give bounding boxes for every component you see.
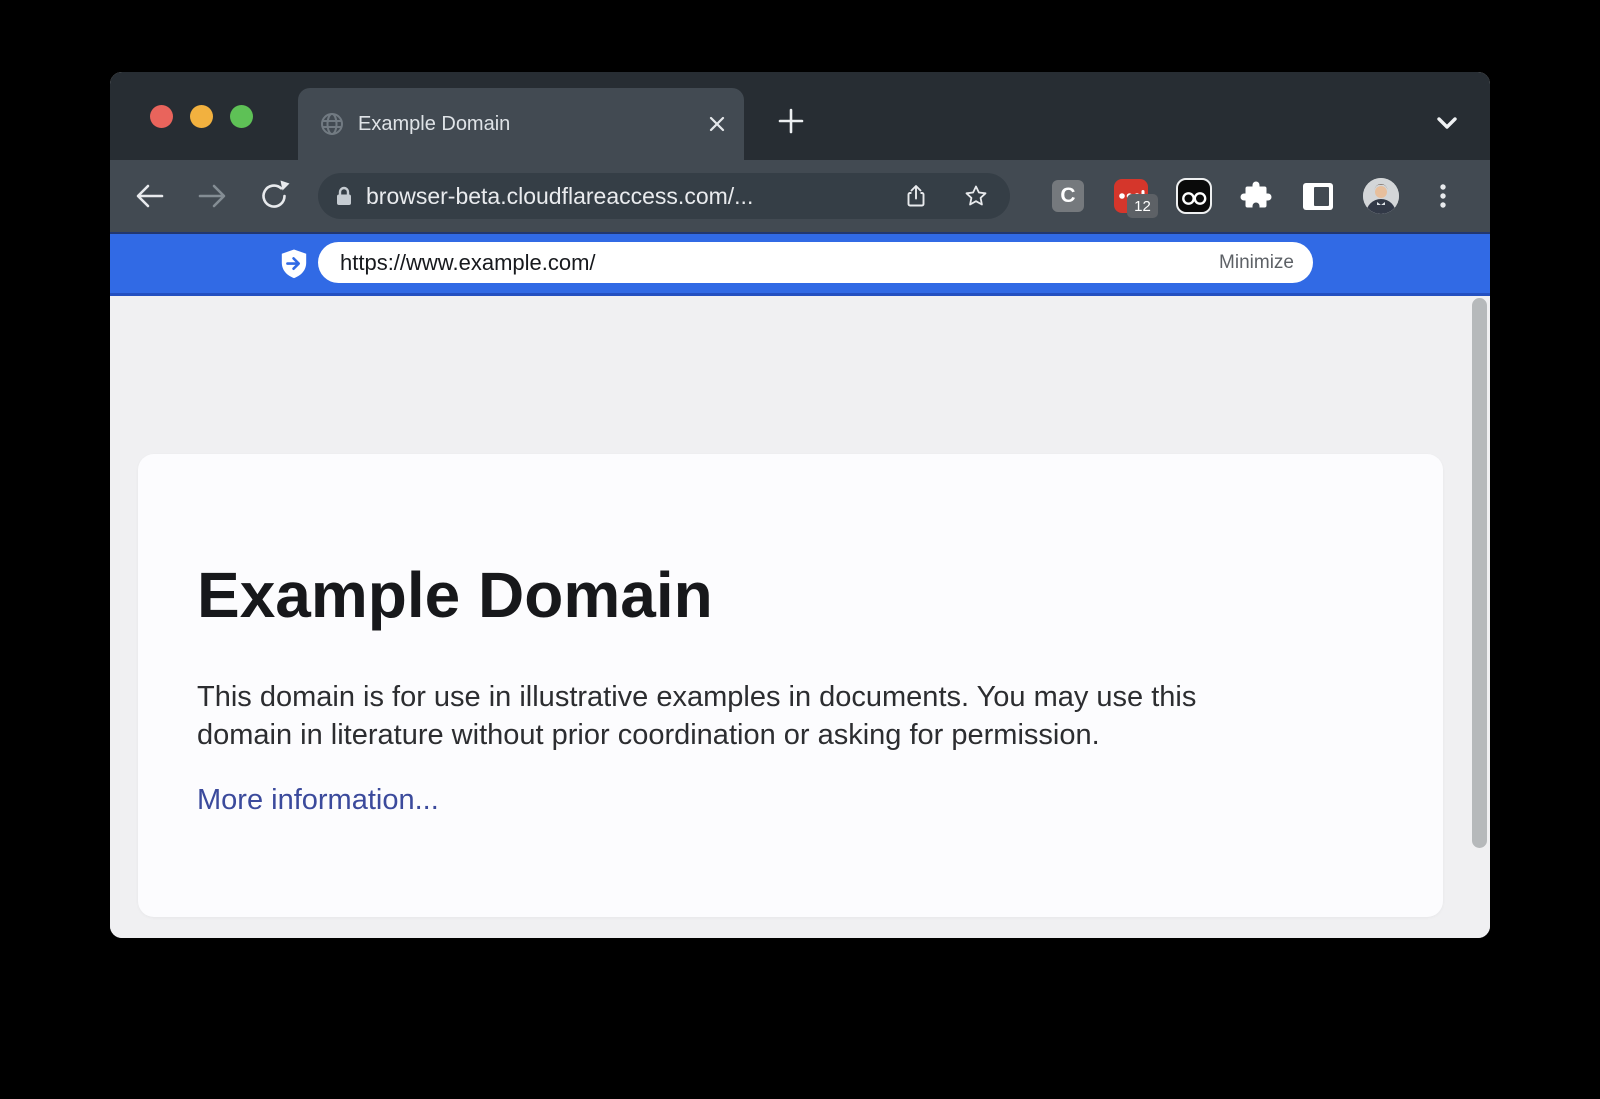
- side-panel-inner: [1314, 187, 1329, 206]
- tab-example-domain[interactable]: Example Domain: [298, 88, 744, 160]
- isolation-bar: https://www.example.com/ Minimize: [110, 232, 1490, 296]
- extension-c-label: C: [1060, 184, 1075, 208]
- minimize-bar-button[interactable]: Minimize: [1219, 252, 1294, 274]
- page-title: Example Domain: [197, 558, 713, 632]
- browser-toolbar: browser-beta.cloudflareaccess.com/... C: [110, 160, 1490, 232]
- page-viewport: Example Domain This domain is for use in…: [110, 296, 1490, 938]
- chevron-down-icon[interactable]: [1428, 104, 1466, 142]
- tab-close-icon[interactable]: [706, 113, 728, 135]
- browser-window: Example Domain: [110, 72, 1490, 938]
- extension-password-manager-icon[interactable]: 12: [1114, 179, 1148, 213]
- browser-menu-kebab-icon[interactable]: [1425, 178, 1461, 214]
- extension-badge-count: 12: [1127, 194, 1158, 218]
- extension-c-icon[interactable]: C: [1052, 180, 1084, 212]
- forward-button[interactable]: [194, 178, 230, 214]
- page-body-text: This domain is for use in illustrative e…: [197, 678, 1196, 754]
- close-window-button[interactable]: [150, 105, 173, 128]
- tab-strip: Example Domain: [110, 72, 1490, 160]
- body-line-1: This domain is for use in illustrative e…: [197, 678, 1196, 716]
- side-panel-outer: [1303, 183, 1333, 210]
- example-domain-card: Example Domain This domain is for use in…: [138, 454, 1443, 917]
- minimize-window-button[interactable]: [190, 105, 213, 128]
- omnibox-url[interactable]: browser-beta.cloudflareaccess.com/...: [366, 183, 904, 210]
- more-information-link[interactable]: More information...: [197, 784, 439, 817]
- new-tab-button[interactable]: [772, 102, 810, 140]
- extensions-puzzle-icon[interactable]: [1238, 178, 1274, 214]
- screenshot-stage: Example Domain: [0, 0, 1600, 1099]
- omnibox[interactable]: browser-beta.cloudflareaccess.com/...: [318, 173, 1010, 219]
- isolation-shield-icon[interactable]: [279, 248, 309, 280]
- reload-button[interactable]: [256, 178, 292, 214]
- profile-avatar[interactable]: [1363, 178, 1399, 214]
- globe-favicon-icon: [320, 112, 344, 136]
- vertical-scrollbar[interactable]: [1472, 298, 1487, 848]
- share-icon[interactable]: [904, 184, 928, 208]
- bookmark-star-icon[interactable]: [964, 184, 988, 208]
- side-panel-icon[interactable]: [1300, 178, 1336, 214]
- body-line-2: domain in literature without prior coord…: [197, 716, 1196, 754]
- back-button[interactable]: [132, 178, 168, 214]
- zoom-window-button[interactable]: [230, 105, 253, 128]
- tab-title: Example Domain: [358, 88, 510, 160]
- isolation-url-text[interactable]: https://www.example.com/: [340, 250, 1219, 276]
- lock-icon[interactable]: [333, 185, 355, 207]
- extension-two-circles-icon[interactable]: [1176, 178, 1212, 214]
- isolation-url-field[interactable]: https://www.example.com/ Minimize: [318, 242, 1313, 283]
